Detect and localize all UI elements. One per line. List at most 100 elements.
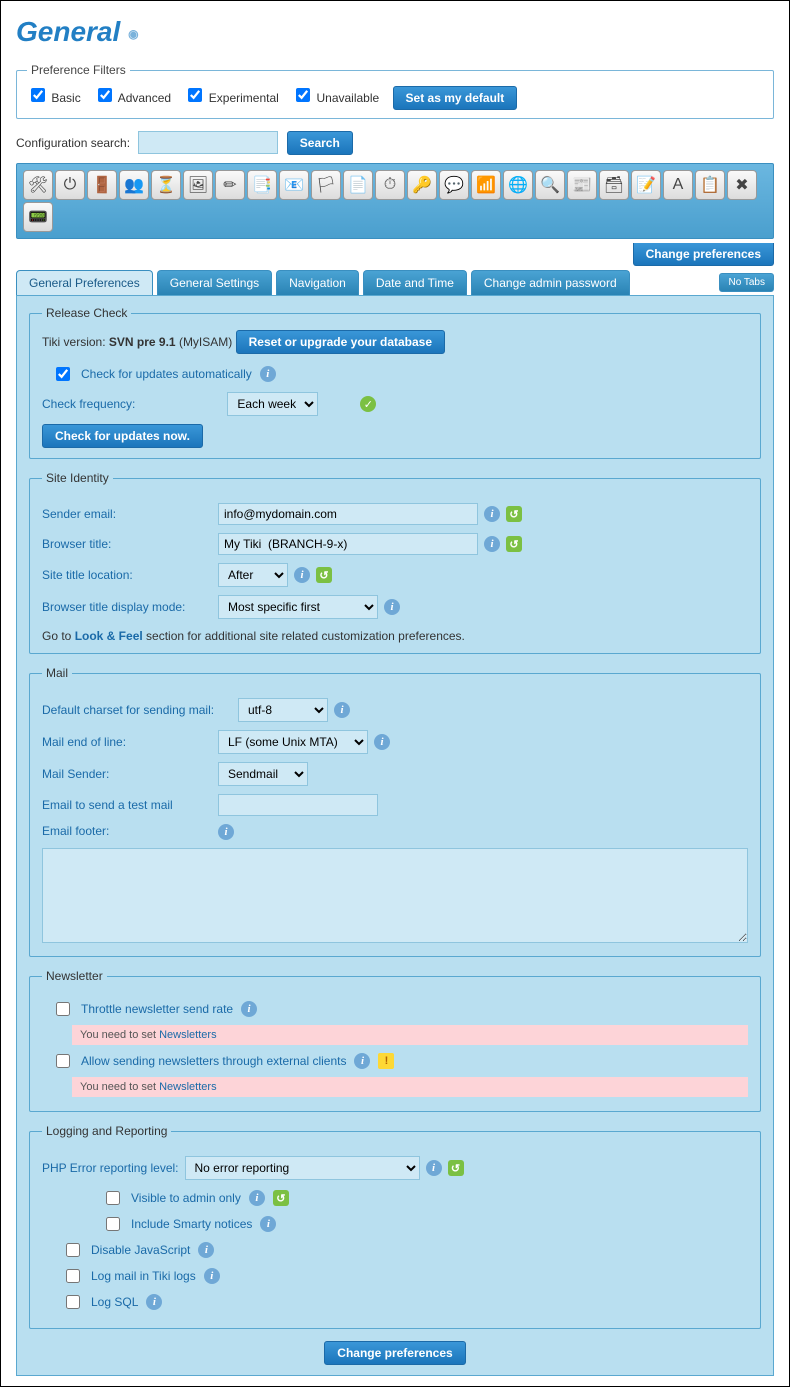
mail-sender-select[interactable]: Sendmail [218, 762, 308, 786]
filter-experimental-checkbox[interactable] [188, 88, 202, 102]
info-icon[interactable]: i [260, 1216, 276, 1232]
info-icon[interactable]: i [426, 1160, 442, 1176]
log-sql-checkbox[interactable] [66, 1295, 80, 1309]
toolbar-icon-9[interactable]: 🏳 [311, 170, 341, 200]
tab-change-admin-password[interactable]: Change admin password [471, 270, 630, 295]
toolbar-icon-2[interactable]: 🚪 [87, 170, 117, 200]
reset-icon[interactable]: ↺ [506, 536, 522, 552]
browser-title-label: Browser title: [42, 537, 212, 551]
auto-check-label[interactable]: Check for updates automatically [81, 367, 252, 381]
set-default-button[interactable]: Set as my default [393, 86, 518, 110]
email-footer-textarea[interactable] [42, 848, 748, 943]
toolbar-icon-20[interactable]: A [663, 170, 693, 200]
reset-icon[interactable]: ↺ [448, 1160, 464, 1176]
toolbar-icon-5[interactable]: 🖼 [183, 170, 213, 200]
toolbar-icon-3[interactable]: 👥 [119, 170, 149, 200]
info-icon[interactable]: i [146, 1294, 162, 1310]
sender-email-input[interactable] [218, 503, 478, 525]
info-icon[interactable]: i [249, 1190, 265, 1206]
info-icon[interactable]: i [218, 824, 234, 840]
info-icon[interactable]: i [384, 599, 400, 615]
reset-icon[interactable]: ↺ [273, 1190, 289, 1206]
help-icon[interactable]: ◉ [128, 27, 138, 41]
tab-date-time[interactable]: Date and Time [363, 270, 467, 295]
test-mail-input[interactable] [218, 794, 378, 816]
toolbar-icon-14[interactable]: 📶 [471, 170, 501, 200]
visible-admin-checkbox[interactable] [106, 1191, 120, 1205]
filter-advanced[interactable]: Advanced [94, 91, 171, 105]
no-tabs-button[interactable]: No Tabs [719, 273, 774, 292]
toolbar-icon-22[interactable]: ✖ [727, 170, 757, 200]
disable-js-label[interactable]: Disable JavaScript [91, 1243, 190, 1257]
log-mail-label[interactable]: Log mail in Tiki logs [91, 1269, 196, 1283]
toolbar-icon-1[interactable]: ⏻ [55, 170, 85, 200]
filter-unavailable[interactable]: Unavailable [292, 91, 379, 105]
info-icon[interactable]: i [260, 366, 276, 382]
toolbar-icon-17[interactable]: 📰 [567, 170, 597, 200]
search-button[interactable]: Search [287, 131, 353, 155]
toolbar-icon-21[interactable]: 📋 [695, 170, 725, 200]
tab-general-preferences[interactable]: General Preferences [16, 270, 153, 295]
visible-admin-label[interactable]: Visible to admin only [131, 1191, 241, 1205]
toolbar-icon-6[interactable]: ✏ [215, 170, 245, 200]
throttle-label[interactable]: Throttle newsletter send rate [81, 1002, 233, 1016]
identity-legend: Site Identity [42, 471, 113, 485]
title-location-select[interactable]: After [218, 563, 288, 587]
eol-select[interactable]: LF (some Unix MTA) [218, 730, 368, 754]
toolbar-icon-10[interactable]: 📄 [343, 170, 373, 200]
auto-check-checkbox[interactable] [56, 367, 70, 381]
info-icon[interactable]: i [241, 1001, 257, 1017]
smarty-checkbox[interactable] [106, 1217, 120, 1231]
info-icon[interactable]: i [484, 536, 500, 552]
external-clients-label[interactable]: Allow sending newsletters through extern… [81, 1054, 346, 1068]
log-sql-label[interactable]: Log SQL [91, 1295, 138, 1309]
info-icon[interactable]: i [204, 1268, 220, 1284]
filter-unavailable-checkbox[interactable] [296, 88, 310, 102]
browser-title-input[interactable] [218, 533, 478, 555]
toolbar-icon-23[interactable]: 📟 [23, 202, 53, 232]
toolbar-icon-18[interactable]: 🗃 [599, 170, 629, 200]
toolbar-icon-11[interactable]: ⏱ [375, 170, 405, 200]
display-mode-select[interactable]: Most specific first [218, 595, 378, 619]
external-clients-checkbox[interactable] [56, 1054, 70, 1068]
smarty-label[interactable]: Include Smarty notices [131, 1217, 252, 1231]
config-search-input[interactable] [138, 131, 278, 154]
info-icon[interactable]: i [334, 702, 350, 718]
reset-icon[interactable]: ↺ [506, 506, 522, 522]
filter-experimental[interactable]: Experimental [184, 91, 278, 105]
change-preferences-top-button[interactable]: Change preferences [633, 243, 774, 266]
throttle-checkbox[interactable] [56, 1002, 70, 1016]
newsletters-link[interactable]: Newsletters [159, 1029, 216, 1041]
info-icon[interactable]: i [198, 1242, 214, 1258]
toolbar-icon-8[interactable]: 📧 [279, 170, 309, 200]
newsletters-link[interactable]: Newsletters [159, 1081, 216, 1093]
toolbar-icon-12[interactable]: 🔑 [407, 170, 437, 200]
change-preferences-bottom-button[interactable]: Change preferences [324, 1341, 465, 1365]
php-error-select[interactable]: No error reporting [185, 1156, 420, 1180]
toolbar-icon-16[interactable]: 🔍 [535, 170, 565, 200]
toolbar-icon-0[interactable]: 🛠 [23, 170, 53, 200]
info-icon[interactable]: i [294, 567, 310, 583]
filter-basic[interactable]: Basic [27, 91, 81, 105]
info-icon[interactable]: i [374, 734, 390, 750]
log-mail-checkbox[interactable] [66, 1269, 80, 1283]
tab-navigation[interactable]: Navigation [276, 270, 359, 295]
filter-basic-checkbox[interactable] [31, 88, 45, 102]
reset-database-button[interactable]: Reset or upgrade your database [236, 330, 445, 354]
info-icon[interactable]: i [484, 506, 500, 522]
filter-advanced-checkbox[interactable] [98, 88, 112, 102]
look-and-feel-link[interactable]: Look & Feel [75, 629, 143, 643]
toolbar-icon-4[interactable]: ⏳ [151, 170, 181, 200]
check-updates-now-button[interactable]: Check for updates now. [42, 424, 203, 448]
warning-icon[interactable]: ! [378, 1053, 394, 1069]
disable-js-checkbox[interactable] [66, 1243, 80, 1257]
toolbar-icon-15[interactable]: 🌐 [503, 170, 533, 200]
toolbar-icon-19[interactable]: 📝 [631, 170, 661, 200]
toolbar-icon-7[interactable]: 📑 [247, 170, 277, 200]
info-icon[interactable]: i [354, 1053, 370, 1069]
tab-general-settings[interactable]: General Settings [157, 270, 272, 295]
toolbar-icon-13[interactable]: 💬 [439, 170, 469, 200]
check-frequency-select[interactable]: Each week [227, 392, 318, 416]
reset-icon[interactable]: ↺ [316, 567, 332, 583]
charset-select[interactable]: utf-8 [238, 698, 328, 722]
